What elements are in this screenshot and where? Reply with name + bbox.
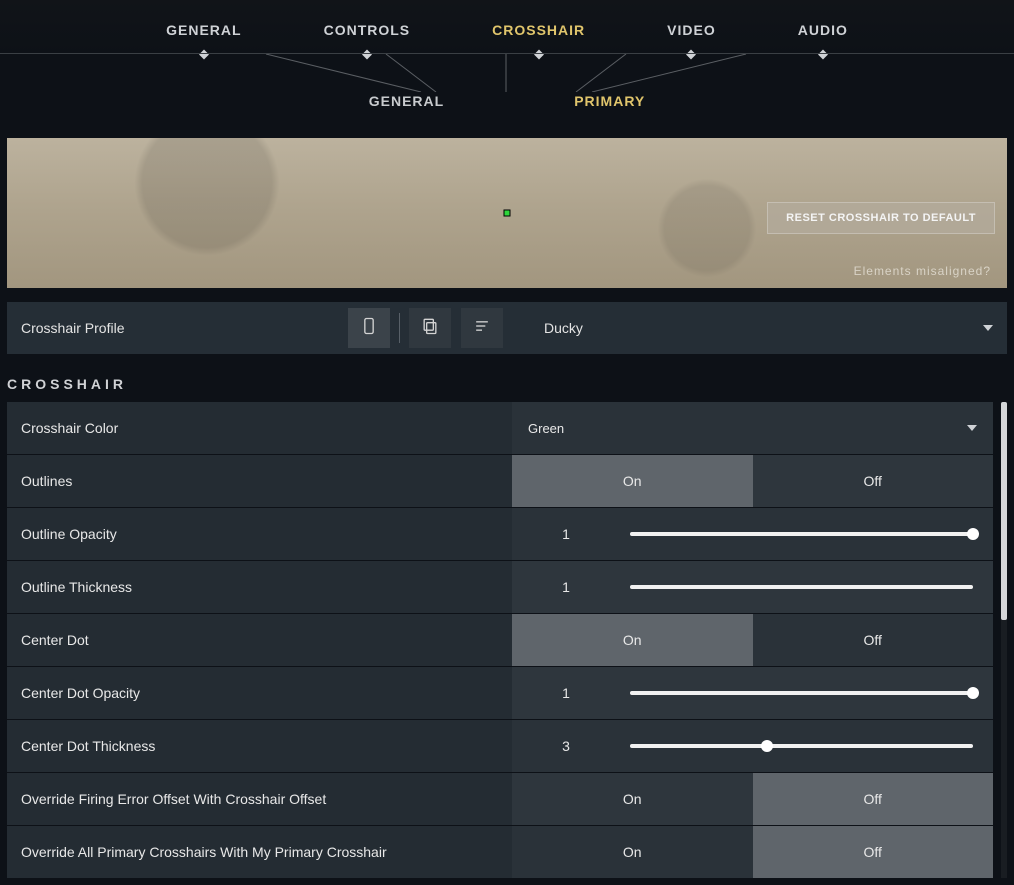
slider-thumb[interactable]	[761, 740, 773, 752]
setting-label: Outline Opacity	[7, 508, 512, 560]
crosshair-dot	[505, 211, 510, 216]
subtab-primary[interactable]: PRIMARY	[574, 93, 645, 109]
setting-label: Center Dot Opacity	[7, 667, 512, 719]
settings-row: Outline Thickness1	[7, 561, 993, 613]
misaligned-link[interactable]: Elements misaligned?	[854, 264, 991, 278]
setting-control: 3	[512, 720, 993, 772]
profile-label: Crosshair Profile	[7, 320, 343, 336]
chevron-down-icon	[983, 325, 993, 331]
settings-row: Override Firing Error Offset With Crossh…	[7, 773, 993, 825]
scrollbar-thumb[interactable]	[1001, 402, 1007, 620]
top-nav: GENERAL CONTROLS CROSSHAIR VIDEO AUDIO	[0, 0, 1014, 54]
tab-general[interactable]: GENERAL	[166, 22, 241, 54]
setting-dropdown[interactable]: Green	[512, 402, 993, 454]
phone-icon	[359, 316, 379, 341]
slider-track[interactable]	[620, 691, 993, 695]
slider-track[interactable]	[620, 532, 993, 536]
toggle-off[interactable]: Off	[753, 614, 994, 666]
profile-phone-button[interactable]	[348, 308, 390, 348]
setting-toggle: OnOff	[512, 455, 993, 507]
profile-select-value: Ducky	[544, 320, 583, 336]
settings-row: Center Dot Opacity1	[7, 667, 993, 719]
toggle-on[interactable]: On	[512, 455, 753, 507]
sub-nav: GENERAL PRIMARY	[0, 70, 1014, 132]
setting-toggle: OnOff	[512, 773, 993, 825]
setting-control: OnOff	[512, 614, 993, 666]
setting-label: Outlines	[7, 455, 512, 507]
crosshair-profile-bar: Crosshair Profile Ducky	[7, 302, 1007, 354]
setting-slider: 1	[512, 508, 993, 560]
settings-row: OutlinesOnOff	[7, 455, 993, 507]
setting-control: OnOff	[512, 826, 993, 878]
slider-value: 1	[512, 685, 620, 701]
setting-slider: 1	[512, 667, 993, 719]
section-title: CROSSHAIR	[7, 376, 1007, 392]
settings-row: Crosshair Color Green	[7, 402, 993, 454]
slider-track[interactable]	[620, 744, 993, 748]
setting-control: 1	[512, 667, 993, 719]
toggle-on[interactable]: On	[512, 826, 753, 878]
settings-row: Center DotOnOff	[7, 614, 993, 666]
slider-thumb[interactable]	[967, 687, 979, 699]
setting-label: Crosshair Color	[7, 402, 512, 454]
divider	[399, 313, 400, 343]
settings-row: Center Dot Thickness3	[7, 720, 993, 772]
tab-audio[interactable]: AUDIO	[798, 22, 848, 54]
tab-controls[interactable]: CONTROLS	[324, 22, 411, 54]
setting-control: 1	[512, 561, 993, 613]
subtab-general[interactable]: GENERAL	[369, 93, 444, 109]
setting-control: OnOff	[512, 773, 993, 825]
setting-control: OnOff	[512, 455, 993, 507]
toggle-off[interactable]: Off	[753, 773, 994, 825]
slider-value: 3	[512, 738, 620, 754]
reset-crosshair-button[interactable]: RESET CROSSHAIR TO DEFAULT	[767, 202, 995, 234]
setting-label: Override All Primary Crosshairs With My …	[7, 826, 512, 878]
toggle-on[interactable]: On	[512, 614, 753, 666]
tab-video[interactable]: VIDEO	[667, 22, 716, 54]
setting-toggle: OnOff	[512, 614, 993, 666]
chevron-down-icon	[967, 425, 977, 431]
setting-label: Outline Thickness	[7, 561, 512, 613]
setting-toggle: OnOff	[512, 826, 993, 878]
scrollbar[interactable]	[1001, 402, 1007, 878]
setting-slider: 1	[512, 561, 993, 613]
list-icon	[472, 316, 492, 341]
settings-panel: Crosshair ColorGreenOutlinesOnOffOutline…	[7, 402, 1007, 878]
setting-label: Center Dot	[7, 614, 512, 666]
setting-label: Center Dot Thickness	[7, 720, 512, 772]
crosshair-preview: RESET CROSSHAIR TO DEFAULT Elements misa…	[7, 138, 1007, 288]
slider-track[interactable]	[620, 585, 993, 589]
setting-control: Green	[512, 402, 993, 454]
tab-crosshair[interactable]: CROSSHAIR	[492, 22, 585, 54]
settings-row: Override All Primary Crosshairs With My …	[7, 826, 993, 878]
slider-value: 1	[512, 579, 620, 595]
slider-thumb[interactable]	[967, 528, 979, 540]
copy-icon	[420, 316, 440, 341]
slider-value: 1	[512, 526, 620, 542]
profile-list-button[interactable]	[461, 308, 503, 348]
profile-select[interactable]: Ducky	[530, 302, 1007, 354]
setting-dropdown-value: Green	[528, 421, 564, 436]
toggle-off[interactable]: Off	[753, 455, 994, 507]
settings-row: Outline Opacity1	[7, 508, 993, 560]
setting-label: Override Firing Error Offset With Crossh…	[7, 773, 512, 825]
profile-copy-button[interactable]	[409, 308, 451, 348]
setting-slider: 3	[512, 720, 993, 772]
toggle-on[interactable]: On	[512, 773, 753, 825]
setting-control: 1	[512, 508, 993, 560]
toggle-off[interactable]: Off	[753, 826, 994, 878]
